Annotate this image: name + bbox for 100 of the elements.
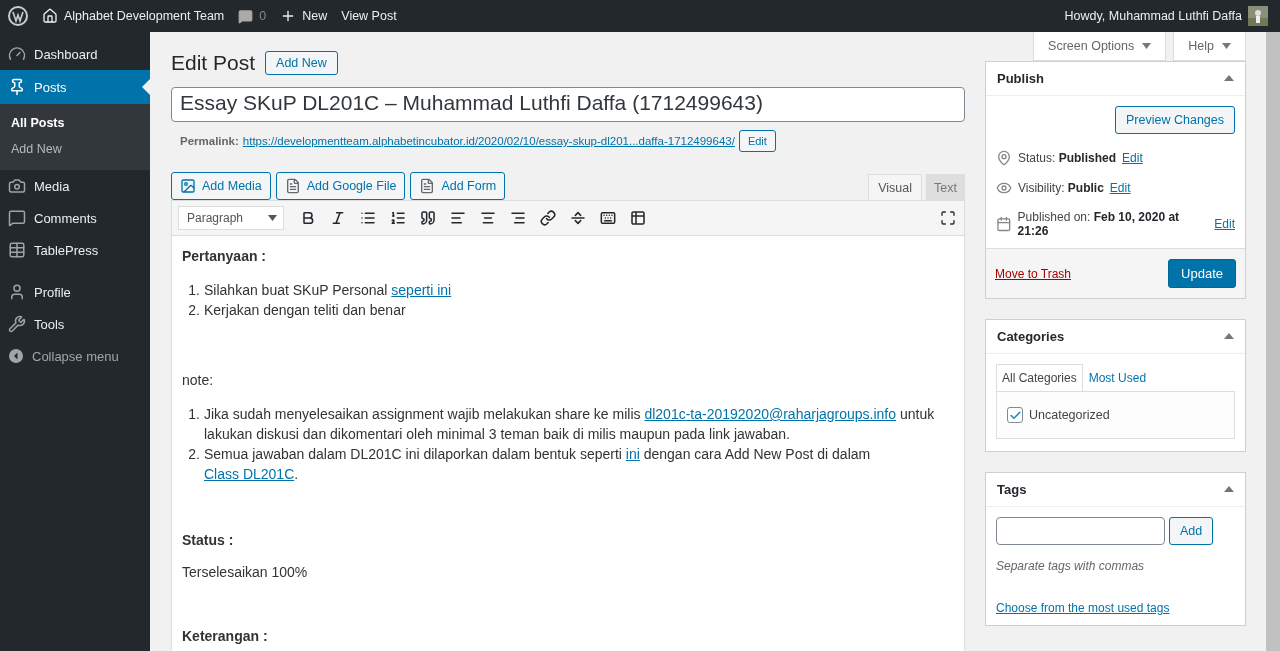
menu-icon	[8, 241, 26, 259]
submenu-item[interactable]: Add New	[0, 136, 150, 162]
edit-link[interactable]: Edit	[1214, 217, 1235, 231]
preview-button[interactable]: Preview Changes	[1115, 106, 1235, 134]
list-item-text: Silahkan buat SKuP Personal seperti ini	[204, 281, 452, 300]
pin-icon	[996, 150, 1012, 166]
permalink-label: Permalink:	[180, 135, 239, 147]
caret-icon	[268, 215, 277, 221]
menu-item[interactable]: Tools	[0, 308, 150, 340]
menu-item[interactable]: Media	[0, 170, 150, 202]
list-item-text: Kerjakan dengan teliti dan benar	[204, 301, 406, 320]
category-tab[interactable]: Most Used	[1082, 364, 1153, 391]
text-link[interactable]: seperti ini	[391, 282, 452, 298]
list-number: 1.	[187, 405, 200, 424]
checkbox[interactable]	[1007, 407, 1023, 423]
most-used-tags-link[interactable]: Choose from the most used tags	[996, 601, 1170, 615]
add-new-button[interactable]: Add New	[265, 51, 338, 75]
list-item-text: Jika sudah menyelesaikan assignment wajib melakukan share ke milis dl201c-ta-20192020@raharjagroups.info untuk lakukan diskusi dan dikomentari oleh minimal 3 teman baik di milis maupun pada link jawaban.	[204, 405, 936, 444]
media-icon	[419, 178, 436, 194]
menu-icon	[8, 209, 26, 227]
view-post-link[interactable]: View Post	[341, 9, 397, 23]
comment-count[interactable]: 0	[259, 9, 267, 23]
text-link[interactable]: ini	[625, 446, 640, 462]
menu-item[interactable]: Dashboard	[0, 38, 150, 70]
menu-item[interactable]: TablePress	[0, 234, 150, 266]
content-paragraph: Terselesaikan 100%	[182, 564, 309, 580]
media-button[interactable]: Add Google File	[275, 172, 406, 200]
menu-item[interactable]: Comments	[0, 202, 150, 234]
edit-link[interactable]: Edit	[1122, 151, 1143, 165]
eye-icon	[996, 180, 1012, 196]
editor-tab[interactable]: Text	[926, 174, 965, 200]
menu-item[interactable]: Profile	[0, 276, 150, 308]
site-name[interactable]: Alphabet Development Team	[64, 9, 225, 23]
screen-button[interactable]: Help	[1173, 32, 1246, 61]
fullscreen-icon[interactable]	[940, 210, 956, 226]
category-tab[interactable]: All Categories	[996, 364, 1083, 391]
menu-icon	[8, 177, 26, 195]
content-paragraph: note:	[182, 372, 215, 388]
content-heading: Keterangan :	[182, 628, 269, 644]
tags-hint: Separate tags with commas	[996, 559, 1146, 573]
table-icon[interactable]	[630, 210, 646, 226]
media-icon	[180, 178, 196, 194]
editor-tab[interactable]: Visual	[868, 174, 923, 200]
list-number: 2.	[187, 301, 200, 320]
format-select[interactable]: Paragraph	[178, 206, 284, 230]
home-icon[interactable]	[42, 8, 58, 24]
edit-link[interactable]: Edit	[1109, 181, 1131, 195]
greeting[interactable]: Howdy, Muhammad Luthfi Daffa	[1064, 9, 1242, 23]
page-title: Edit Post	[171, 51, 256, 75]
comment-icon[interactable]	[238, 8, 254, 24]
keyboard-icon[interactable]	[600, 210, 616, 226]
menu-icon	[8, 283, 26, 301]
wordpress-logo-icon[interactable]	[8, 6, 28, 26]
new-link[interactable]: New	[302, 9, 328, 23]
text-link[interactable]: dl201c-ta-20192020@raharjagroups.info	[644, 406, 897, 422]
quote-icon[interactable]	[420, 210, 436, 226]
scrollbar[interactable]	[1266, 32, 1280, 651]
edit-button[interactable]: Edit	[738, 130, 776, 152]
list-item-text: Semua jawaban dalam DL201C ini dilaporkan dalam bentuk seperti ini dengan cara Add New Post di dalam Class DL201C.	[204, 445, 872, 484]
align-center-icon[interactable]	[480, 210, 496, 226]
bold-icon[interactable]	[300, 210, 316, 226]
publish-info: Visibility: Public	[1018, 181, 1104, 195]
move-to-trash-link[interactable]: Move to Trash	[995, 266, 1072, 281]
collapse-icon	[8, 348, 24, 364]
menu-icon	[8, 45, 26, 63]
list-number: 2.	[187, 445, 200, 464]
publish-info: Published on: Feb 10, 2020 at 21:26	[1017, 210, 1181, 238]
caret-icon	[1222, 43, 1231, 49]
italic-icon[interactable]	[330, 210, 346, 226]
calendar-icon	[996, 216, 1012, 232]
media-icon	[284, 178, 301, 194]
read-more-icon[interactable]	[570, 210, 586, 226]
align-left-icon[interactable]	[450, 210, 466, 226]
permalink-link[interactable]: https://developmentteam.alphabetincubator.id/2020/02/10/essay-skup-dl201...daffa-1712499643/	[242, 135, 735, 147]
panel-title: Tags	[997, 482, 1027, 497]
media-button[interactable]: Add Form	[410, 172, 506, 200]
category-label: Uncategorized	[1029, 408, 1110, 422]
align-right-icon[interactable]	[510, 210, 526, 226]
menu-icon	[8, 315, 26, 333]
publish-info: Status: Published	[1018, 151, 1117, 165]
panel-title: Publish	[997, 71, 1044, 86]
screen-button[interactable]: Screen Options	[1033, 32, 1167, 61]
update-button[interactable]: Update	[1168, 259, 1236, 288]
menu-item[interactable]: Posts	[0, 70, 150, 104]
add-tag-button[interactable]: Add	[1169, 517, 1214, 545]
numbered-list-icon[interactable]	[390, 210, 406, 226]
content-heading: Pertanyaan :	[182, 248, 268, 264]
media-button[interactable]: Add Media	[171, 172, 271, 200]
panel-title: Categories	[997, 329, 1065, 344]
link-icon[interactable]	[540, 210, 556, 226]
tag-field[interactable]	[996, 517, 1165, 545]
list-number: 1.	[187, 281, 200, 300]
submenu-item[interactable]: All Posts	[0, 110, 150, 136]
editor-content[interactable]	[171, 236, 965, 651]
menu-icon	[8, 78, 26, 96]
collapse-menu-button[interactable]: Collapse menu	[0, 340, 150, 372]
caret-icon	[1142, 43, 1152, 49]
title-field[interactable]: Essay SKuP DL201C – Muhammad Luthfi Daffa (1712499643)	[171, 87, 965, 122]
content-heading: Status :	[182, 532, 235, 548]
bulleted-list-icon[interactable]	[360, 210, 376, 226]
